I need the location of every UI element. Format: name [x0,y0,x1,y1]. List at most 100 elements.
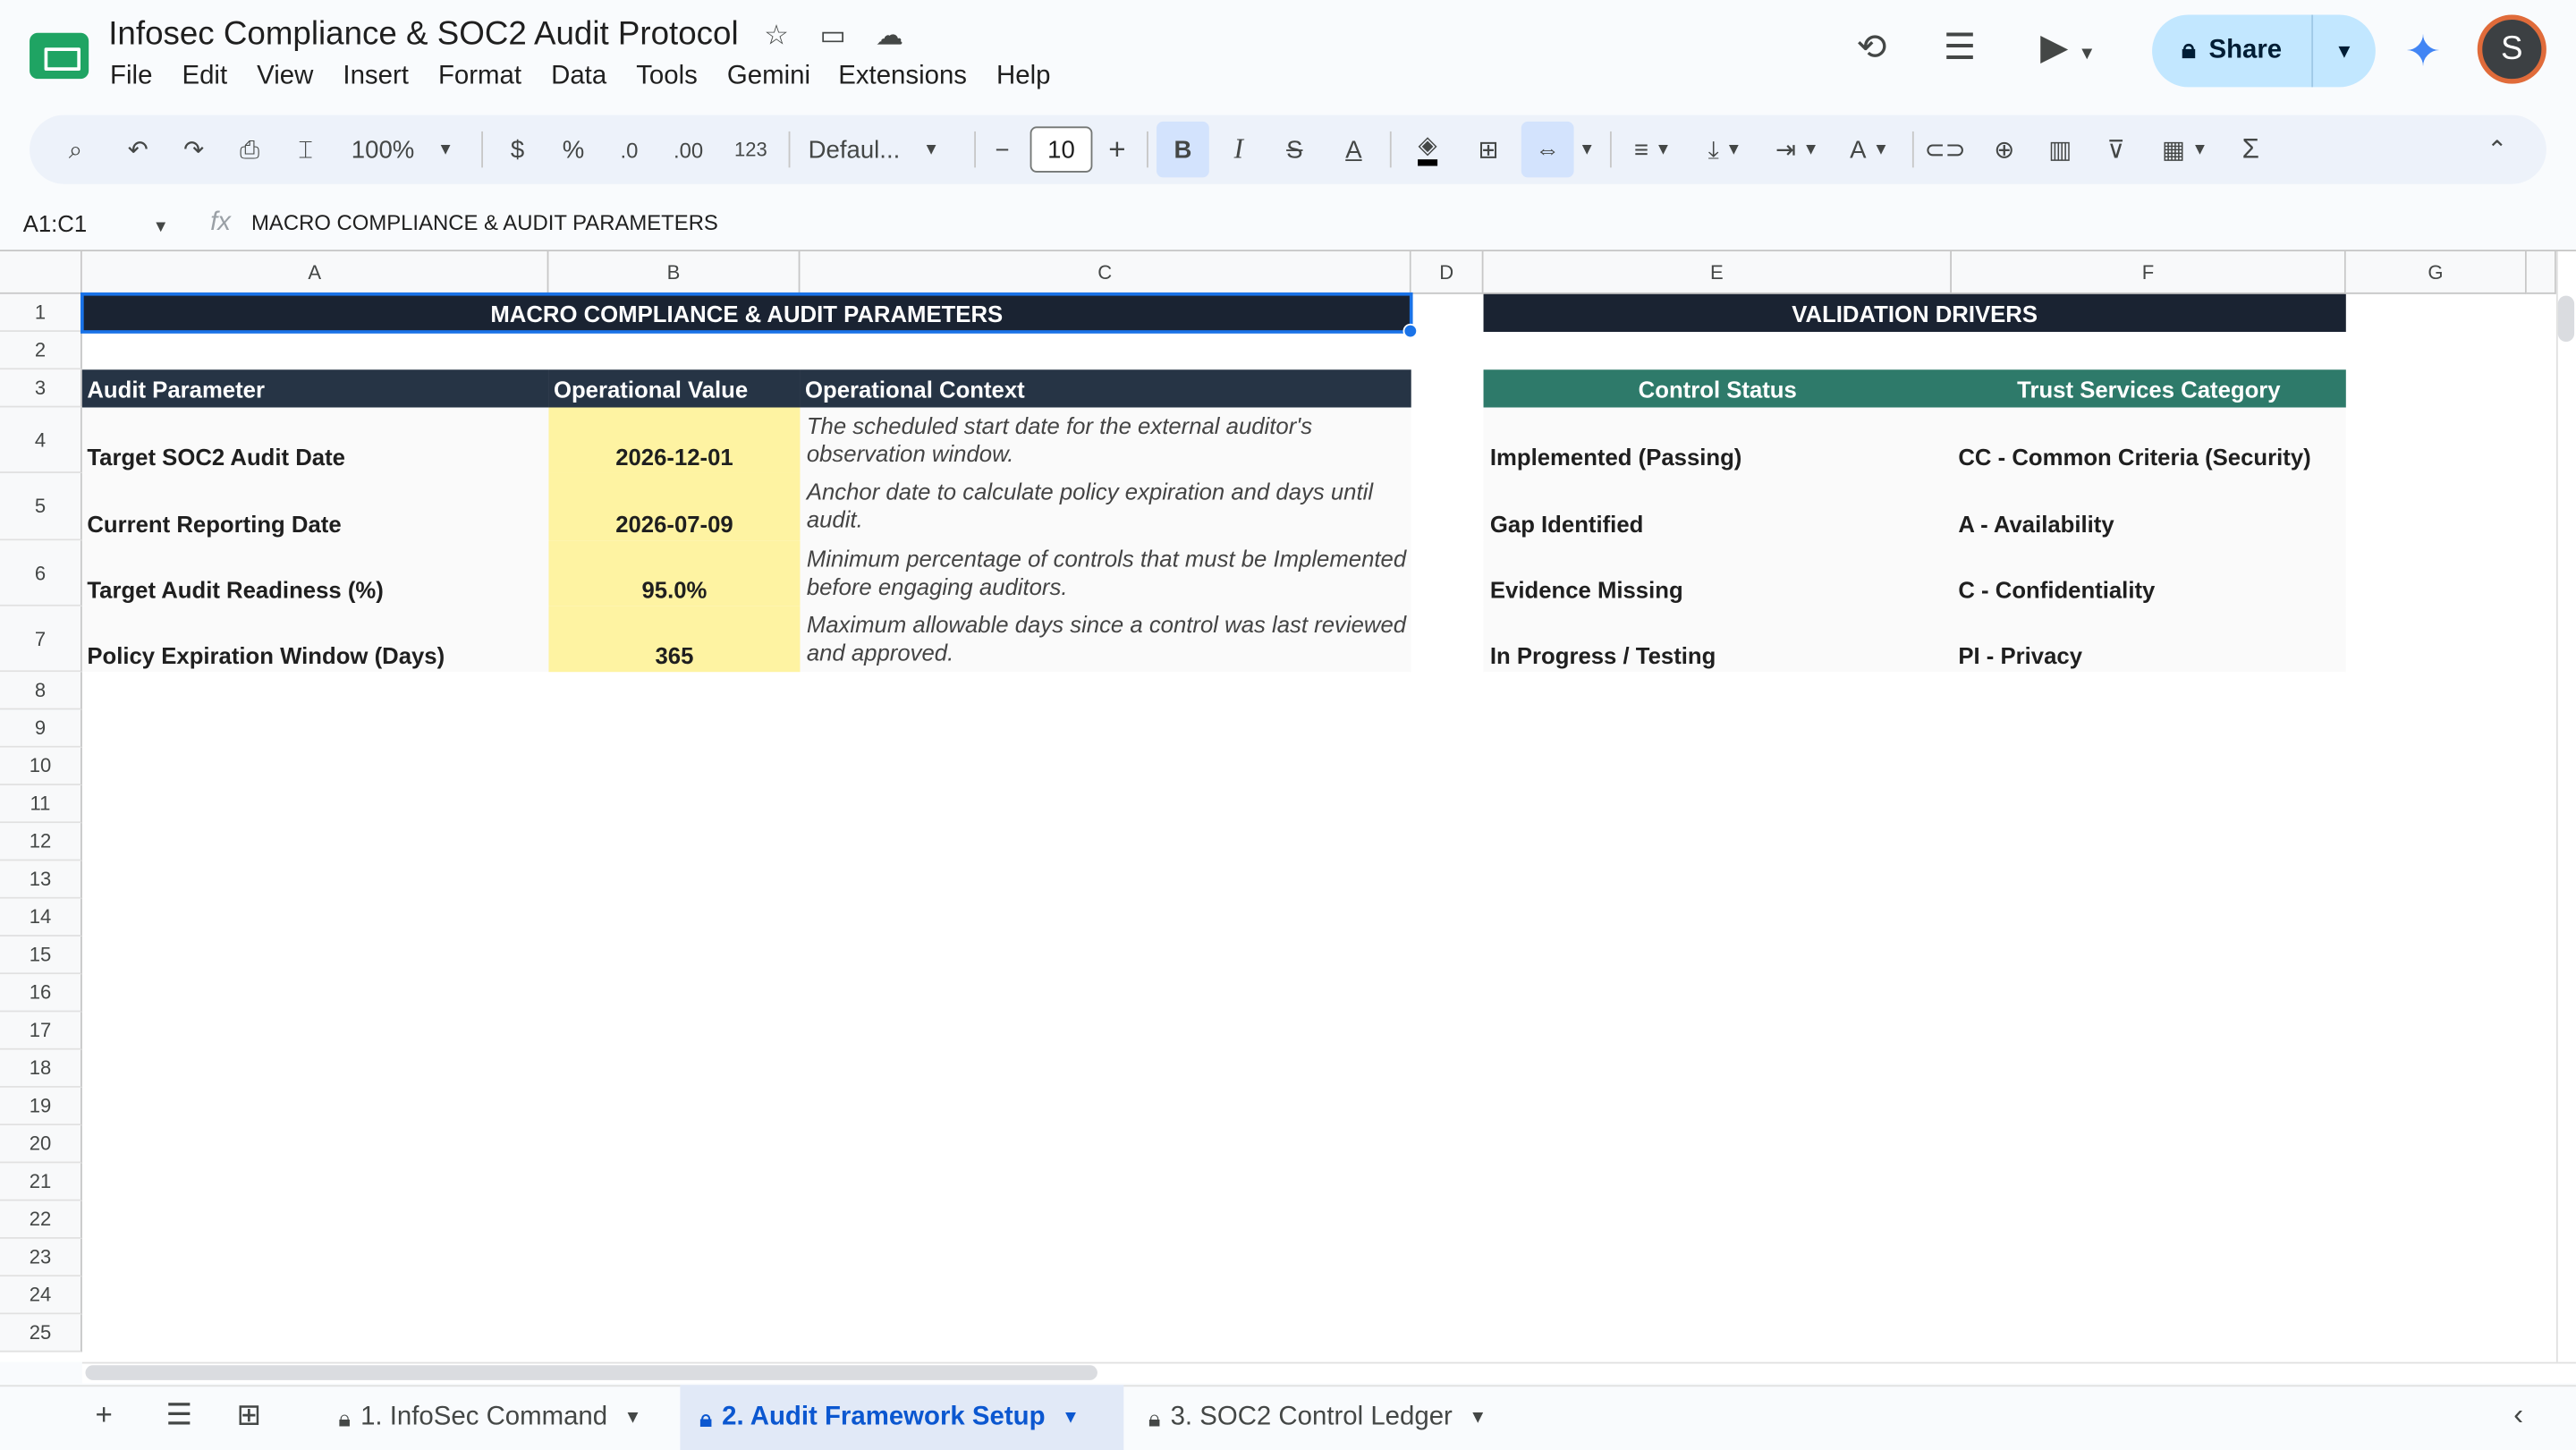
column-header-h[interactable] [2526,251,2556,294]
tab-dropdown-icon[interactable]: ▼ [1062,1408,1080,1428]
control-status-item[interactable]: Gap Identified [1483,472,1952,541]
row-header[interactable]: 10 [0,747,82,785]
menu-gemini[interactable]: Gemini [712,63,825,92]
spreadsheet-grid[interactable]: A B C D E F G 1 2 3 4 5 6 7 8 9 10 11 12… [0,251,2556,1362]
row-header[interactable]: 20 [0,1125,82,1164]
menu-format[interactable]: Format [423,63,536,92]
name-box[interactable]: A1:C1 ▼ [23,210,169,236]
vertical-scrollbar[interactable] [2555,251,2576,1362]
menu-tools[interactable]: Tools [622,63,713,92]
row-header[interactable]: 7 [0,606,82,673]
collapse-sidebar-icon[interactable]: ‹ [2513,1398,2523,1433]
meet-icon[interactable]: ▶ ▼ [2040,26,2096,69]
trust-category-item[interactable]: PI - Privacy [1951,606,2346,673]
banner-validation-drivers[interactable]: VALIDATION DRIVERS [1483,293,2346,333]
column-header-c[interactable]: C [800,251,1411,294]
decrease-font-size-icon[interactable]: − [986,115,1019,184]
tab-dropdown-icon[interactable]: ▼ [1469,1408,1487,1428]
header-operational-context[interactable]: Operational Context [800,369,1411,408]
share-dropdown-icon[interactable]: ▼ [2313,39,2376,63]
row-header[interactable]: 19 [0,1087,82,1126]
param-label[interactable]: Target SOC2 Audit Date [81,407,549,473]
vertical-scroll-thumb[interactable] [2557,295,2575,343]
filter-icon[interactable]: ⊽ [2097,115,2136,184]
column-header-g[interactable]: G [2345,251,2527,294]
row-header[interactable]: 3 [0,369,82,408]
header-operational-value[interactable]: Operational Value [548,369,801,408]
sheet-layout-icon[interactable]: ⊞ [236,1398,261,1433]
row-header[interactable]: 24 [0,1276,82,1315]
borders-icon[interactable]: ⊞ [1469,115,1508,184]
text-wrapping-icon[interactable]: ⇥ ▼ [1765,115,1830,184]
row-header[interactable]: 14 [0,898,82,937]
menu-extensions[interactable]: Extensions [826,63,982,92]
row-header[interactable]: 6 [0,540,82,606]
row-header[interactable]: 17 [0,1012,82,1050]
trust-category-item[interactable]: CC - Common Criteria (Security) [1951,407,2346,473]
sheets-logo[interactable] [30,32,89,80]
table-view-icon[interactable]: ▦ ▼ [2152,115,2217,184]
param-context[interactable]: Minimum percentage of controls that must… [800,540,1411,606]
row-header[interactable]: 4 [0,407,82,473]
tab-audit-framework-setup[interactable]: 🔒︎ 2. Audit Framework Setup ▼ [680,1385,1124,1450]
column-header-d[interactable]: D [1411,251,1484,294]
menu-file[interactable]: File [96,63,167,92]
menu-edit[interactable]: Edit [167,63,242,92]
zoom-select[interactable]: 100% ▼ [345,115,461,184]
comments-icon[interactable]: ☰ [1944,26,1976,69]
row-header[interactable]: 15 [0,936,82,975]
star-icon[interactable]: ☆ [764,20,789,53]
insert-comment-icon[interactable]: ⊕ [1985,115,2024,184]
paint-format-icon[interactable]: ⌶ [286,115,326,184]
param-value[interactable]: 365 [548,606,801,673]
row-header[interactable]: 25 [0,1314,82,1352]
share-button[interactable]: 🔒︎ Share ▼ [2152,14,2376,88]
fill-handle[interactable] [1402,323,1419,339]
insert-chart-icon[interactable]: ▥ [2040,115,2080,184]
row-header[interactable]: 12 [0,823,82,861]
param-label[interactable]: Target Audit Readiness (%) [81,540,549,606]
avatar[interactable]: S [2477,14,2546,84]
param-value[interactable]: 95.0% [548,540,801,606]
merge-dropdown-icon[interactable]: ▼ [1574,115,1600,184]
gemini-icon[interactable]: ✦ [2405,26,2441,77]
param-context[interactable]: Anchor date to calculate policy expirati… [800,472,1411,541]
row-header[interactable]: 1 [0,293,82,333]
control-status-item[interactable]: Evidence Missing [1483,540,1952,606]
param-label[interactable]: Policy Expiration Window (Days) [81,606,549,673]
merge-cells-icon[interactable]: ⇔ [1521,121,1574,178]
header-control-status[interactable]: Control Status [1483,369,1952,408]
italic-button[interactable]: I [1219,115,1258,184]
row-header[interactable]: 2 [0,332,82,370]
menu-data[interactable]: Data [537,63,622,92]
insert-link-icon[interactable]: ⊂⊃ [1925,115,1966,184]
more-formats-button[interactable]: 123 [726,115,775,184]
collapse-menus-icon[interactable]: ⌃ [2478,115,2517,184]
param-value[interactable]: 2026-07-09 [548,472,801,541]
select-all-corner[interactable] [0,251,82,294]
trust-category-item[interactable]: A - Availability [1951,472,2346,541]
control-status-item[interactable]: In Progress / Testing [1483,606,1952,673]
tab-infosec-command[interactable]: 🔒︎ 1. InfoSec Command ▼ [318,1385,661,1450]
column-header-b[interactable]: B [548,251,801,294]
horizontal-scroll-thumb[interactable] [85,1365,1097,1380]
currency-format-button[interactable]: $ [499,115,535,184]
row-header[interactable]: 23 [0,1238,82,1277]
text-color-button[interactable]: A [1334,115,1373,184]
header-trust-services-category[interactable]: Trust Services Category [1951,369,2346,408]
header-audit-parameter[interactable]: Audit Parameter [81,369,549,408]
row-header[interactable]: 21 [0,1163,82,1201]
vertical-align-icon[interactable]: ⤓ ▼ [1692,115,1758,184]
row-header[interactable]: 13 [0,861,82,899]
param-label[interactable]: Current Reporting Date [81,472,549,541]
text-rotation-icon[interactable]: A ▼ [1836,115,1902,184]
param-value[interactable]: 2026-12-01 [548,407,801,473]
param-context[interactable]: The scheduled start date for the externa… [800,407,1411,473]
functions-icon[interactable]: Σ [2231,115,2270,184]
move-folder-icon[interactable]: ▭ [820,20,847,53]
font-family-select[interactable]: Defaul... ▼ [809,115,956,184]
row-header[interactable]: 16 [0,974,82,1013]
increase-font-size-icon[interactable]: + [1101,115,1134,184]
menu-view[interactable]: View [242,63,328,92]
cloud-status-icon[interactable]: ☁ [876,20,903,53]
